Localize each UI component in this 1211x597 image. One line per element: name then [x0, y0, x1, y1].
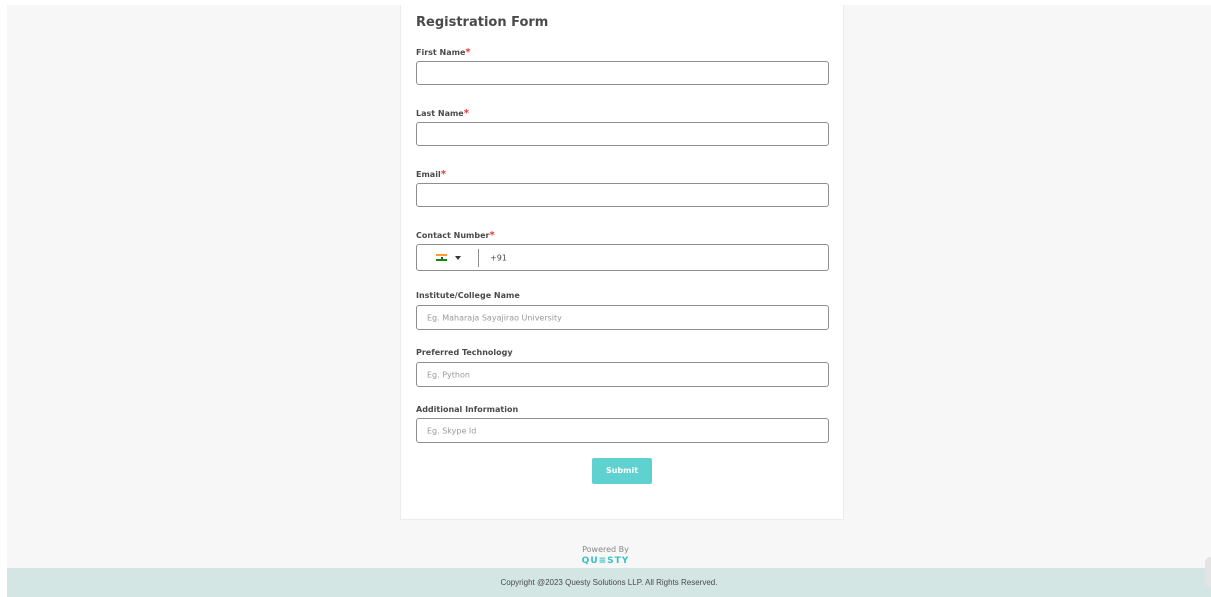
- institute-input[interactable]: Eg. Maharaja Sayajirao University: [416, 305, 829, 330]
- dial-code: +91: [490, 253, 507, 262]
- chevron-down-icon[interactable]: [455, 256, 461, 260]
- required-marker: *: [440, 169, 446, 180]
- last-name-label: Last Name*: [416, 108, 469, 119]
- email-input[interactable]: [416, 183, 829, 207]
- registration-form-card: Registration Form First Name* Last Name*…: [400, 5, 844, 520]
- powered-by-text: Powered By: [582, 545, 629, 554]
- institute-label: Institute/College Name: [416, 291, 520, 300]
- last-name-input[interactable]: [416, 122, 829, 146]
- form-title: Registration Form: [416, 15, 549, 30]
- additional-information-label: Additional Information: [416, 405, 519, 414]
- contact-number-label-text: Contact Number: [416, 231, 490, 240]
- required-marker: *: [489, 230, 495, 241]
- preferred-technology-placeholder: Eg. Python: [427, 370, 470, 379]
- additional-information-input[interactable]: Eg. Skype Id: [416, 418, 829, 443]
- first-name-label-text: First Name: [416, 48, 466, 57]
- copyright-footer: Copyright @2023 Questy Solutions LLP. Al…: [7, 568, 1211, 597]
- email-label-text: Email: [416, 170, 441, 179]
- side-widget-tab[interactable]: [1205, 557, 1211, 587]
- last-name-label-text: Last Name: [416, 109, 464, 118]
- preferred-technology-label: Preferred Technology: [416, 348, 513, 357]
- contact-number-input[interactable]: +91: [416, 244, 829, 271]
- copyright-text: Copyright @2023 Questy Solutions LLP. Al…: [500, 578, 718, 587]
- first-name-input[interactable]: [416, 61, 829, 85]
- email-label: Email*: [416, 169, 446, 180]
- india-flag-icon[interactable]: [436, 254, 447, 261]
- contact-number-label: Contact Number*: [416, 230, 495, 241]
- required-marker: *: [465, 47, 471, 58]
- submit-button[interactable]: Submit: [592, 458, 652, 484]
- required-marker: *: [463, 108, 469, 119]
- institute-placeholder: Eg. Maharaja Sayajirao University: [427, 313, 562, 322]
- dial-code-divider: [478, 249, 479, 267]
- additional-information-placeholder: Eg. Skype Id: [427, 426, 477, 435]
- preferred-technology-input[interactable]: Eg. Python: [416, 362, 829, 387]
- questy-logo[interactable]: QU≡STY: [0, 556, 1211, 566]
- first-name-label: First Name*: [416, 47, 471, 58]
